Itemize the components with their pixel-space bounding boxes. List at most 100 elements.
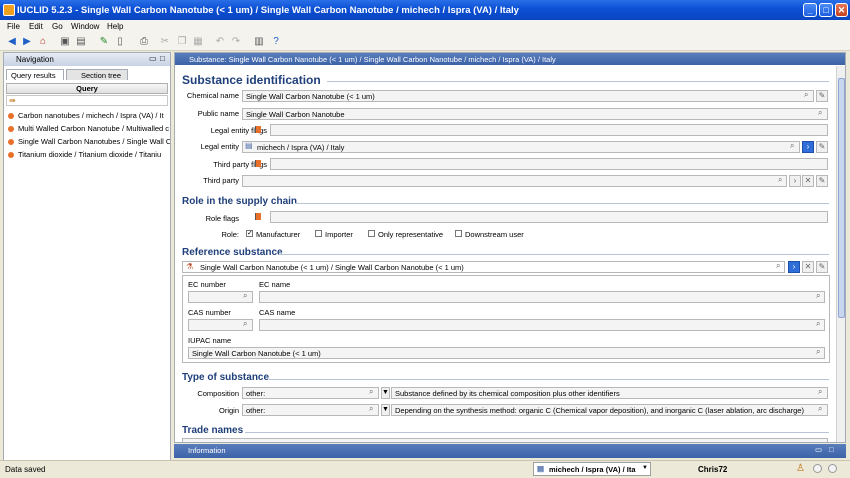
clear-reference-button[interactable]: ✕ (802, 261, 814, 273)
search-icon[interactable]: ⌕ (804, 90, 808, 100)
cas-name-field[interactable] (259, 319, 825, 331)
menu-edit[interactable]: Edit (29, 22, 43, 31)
search-icon[interactable]: ⌕ (816, 347, 820, 357)
minimize-button[interactable]: _ (803, 3, 817, 17)
edit-third-party-button[interactable]: ✎ (816, 175, 828, 187)
search-icon[interactable]: ⌕ (790, 141, 794, 151)
back-icon[interactable]: ◀ (6, 36, 18, 48)
menu-go[interactable]: Go (52, 22, 63, 31)
search-icon[interactable]: ⌕ (816, 291, 820, 301)
minimize-panel-icon[interactable]: ▭ (815, 445, 822, 454)
close-button[interactable]: ✕ (835, 3, 848, 17)
third-party-field[interactable] (242, 175, 787, 187)
list-item[interactable]: Multi Walled Carbon Nanotube / Multiwall… (8, 124, 170, 135)
edit-reference-button[interactable]: ✎ (816, 261, 828, 273)
go-to-third-party-button[interactable]: › (789, 175, 801, 187)
cut-icon[interactable]: ✂ (159, 36, 171, 48)
importer-checkbox[interactable] (315, 230, 322, 237)
scrollbar-thumb[interactable] (838, 78, 845, 318)
legal-entity-selector[interactable]: ▤ michech / Ispra (VA) / Ita ▼ (533, 462, 651, 476)
section-type-of-substance: Type of substance (182, 372, 270, 383)
status-light-icon (828, 464, 837, 473)
go-to-legal-entity-button[interactable]: › (802, 141, 814, 153)
manufacturer-checkbox[interactable]: ✓ (246, 230, 253, 237)
save-all-icon[interactable]: ▤ (75, 36, 87, 48)
clear-third-party-button[interactable]: ✕ (802, 175, 814, 187)
search-icon[interactable]: ⌕ (776, 261, 780, 271)
search-icon[interactable]: ⌕ (818, 404, 822, 414)
maximize-button[interactable]: □ (819, 3, 833, 17)
substance-icon (8, 126, 14, 133)
minimize-panel-icon[interactable]: ▭ (149, 54, 157, 63)
maximize-panel-icon[interactable]: □ (829, 445, 834, 454)
paste-icon[interactable]: ▦ (192, 36, 204, 48)
print-icon[interactable]: ⎙ (138, 36, 150, 48)
origin-select[interactable]: other: (242, 404, 379, 416)
home-icon[interactable]: ⌂ (37, 36, 49, 48)
public-name-field[interactable]: Single Wall Carbon Nanotube (242, 108, 828, 120)
search-icon[interactable]: ⌕ (369, 387, 373, 397)
third-party-flags-label: Third party flags (213, 160, 267, 169)
help-icon[interactable]: ? (270, 36, 282, 48)
trade-names-table[interactable] (182, 438, 828, 442)
edit-chemical-name-button[interactable]: ✎ (816, 90, 828, 102)
flag-icon[interactable] (255, 160, 261, 167)
edit-icon[interactable]: ✎ (98, 36, 110, 48)
search-icon[interactable]: ⌕ (243, 319, 247, 329)
composition-text-field[interactable]: Substance defined by its chemical compos… (391, 387, 828, 399)
menu-file[interactable]: File (7, 22, 20, 31)
third-party-label: Third party (203, 176, 239, 185)
role-flags-field[interactable] (270, 211, 828, 223)
substance-editor: Substance: Single Wall Carbon Nanotube (… (174, 52, 846, 443)
legal-entity-flags-field[interactable] (270, 124, 828, 136)
undo-icon[interactable]: ↶ (214, 36, 226, 48)
tab-query-results[interactable]: Query results (6, 69, 64, 80)
composition-label: Composition (197, 389, 239, 398)
ec-number-label: EC number (188, 280, 226, 289)
edit-legal-entity-button[interactable]: ✎ (816, 141, 828, 153)
composition-dropdown-arrow[interactable]: ▼ (381, 387, 390, 399)
substance-icon (8, 113, 14, 120)
vertical-scrollbar[interactable] (836, 66, 845, 442)
query-filter[interactable]: ⇛ (6, 95, 168, 106)
document-icon[interactable]: ▯ (114, 36, 126, 48)
search-icon[interactable]: ⌕ (243, 291, 247, 301)
flag-icon[interactable] (255, 213, 261, 220)
composition-select[interactable]: other: (242, 387, 379, 399)
search-icon[interactable]: ⌕ (369, 404, 373, 414)
list-item[interactable]: Titanium dioxide / Titanium dioxide / Ti… (8, 150, 170, 161)
save-icon[interactable]: ▣ (59, 36, 71, 48)
iupac-name-label: IUPAC name (188, 336, 232, 345)
chemical-name-field[interactable]: Single Wall Carbon Nanotube (< 1 um) (242, 90, 814, 102)
copy-icon[interactable]: ❐ (176, 36, 188, 48)
list-item[interactable]: Single Wall Carbon Nanotubes / Single Wa… (8, 137, 170, 148)
maximize-panel-icon[interactable]: □ (160, 54, 165, 63)
user-icon[interactable]: ♙ (796, 463, 805, 474)
flag-icon[interactable] (255, 126, 261, 133)
ec-name-label: EC name (259, 280, 291, 289)
downstream-user-checkbox[interactable] (455, 230, 462, 237)
menu-window[interactable]: Window (71, 22, 99, 31)
ec-name-field[interactable] (259, 291, 825, 303)
origin-text-field[interactable]: Depending on the synthesis method: organ… (391, 404, 828, 416)
iupac-name-field[interactable]: Single Wall Carbon Nanotube (< 1 um) (188, 347, 825, 359)
reference-substance-field[interactable]: Single Wall Carbon Nanotube (< 1 um) / S… (182, 261, 785, 273)
go-to-reference-button[interactable]: › (788, 261, 800, 273)
forward-icon[interactable]: ▶ (21, 36, 33, 48)
list-item[interactable]: Carbon nanotubes / michech / Ispra (VA) … (8, 111, 170, 122)
tab-section-tree[interactable]: Section tree (66, 69, 128, 80)
report-icon[interactable]: ▥ (253, 36, 265, 48)
search-icon[interactable]: ⌕ (818, 108, 822, 118)
menu-help[interactable]: Help (107, 22, 123, 31)
navigation-header: Navigation ▭ □ (4, 53, 170, 66)
information-panel-header[interactable]: Information ▭ □ (174, 444, 846, 458)
only-representative-checkbox[interactable] (368, 230, 375, 237)
search-icon[interactable]: ⌕ (778, 175, 782, 185)
legal-entity-field[interactable]: michech / Ispra (VA) / Italy (242, 141, 800, 153)
origin-dropdown-arrow[interactable]: ▼ (381, 404, 390, 416)
query-column-header[interactable]: Query (6, 83, 168, 94)
third-party-flags-field[interactable] (270, 158, 828, 170)
redo-icon[interactable]: ↷ (230, 36, 242, 48)
search-icon[interactable]: ⌕ (818, 387, 822, 397)
search-icon[interactable]: ⌕ (816, 319, 820, 329)
